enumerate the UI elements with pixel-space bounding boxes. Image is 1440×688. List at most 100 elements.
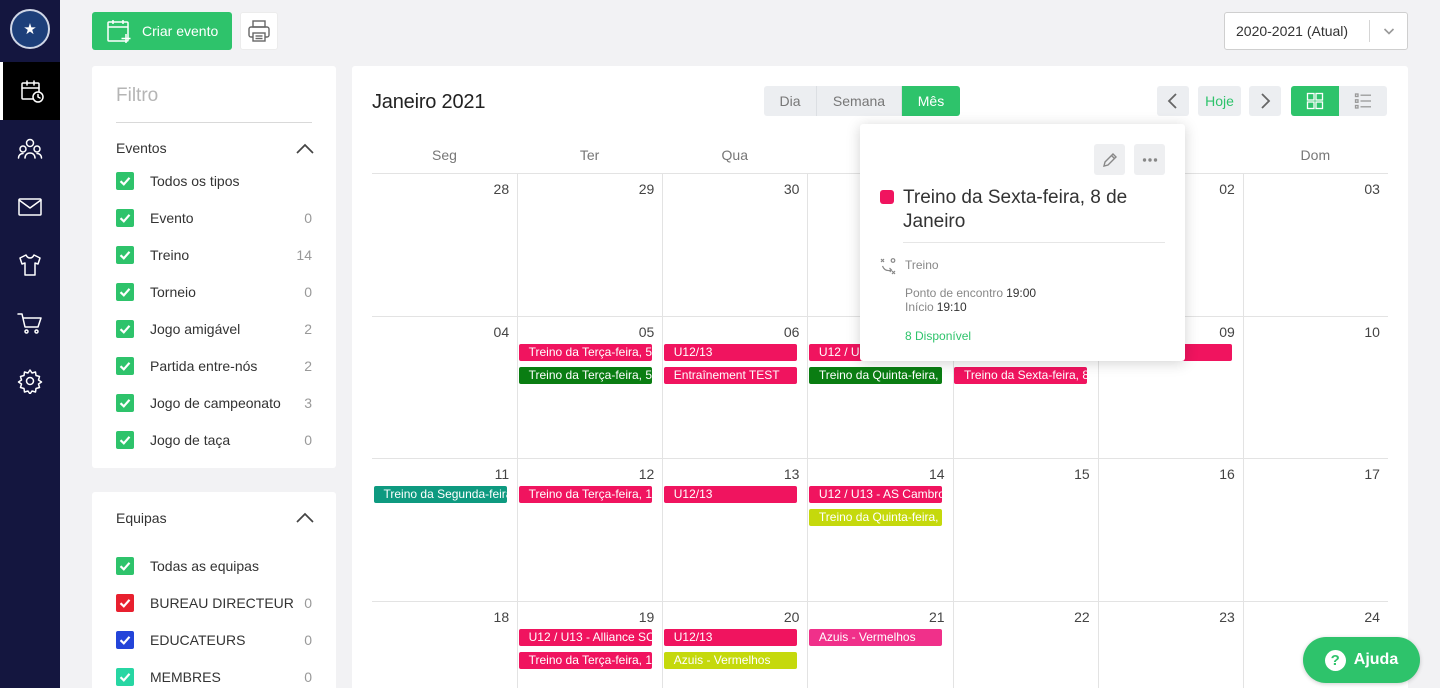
create-event-button[interactable]: Criar evento bbox=[92, 12, 232, 50]
filter-option-count: 14 bbox=[296, 247, 312, 263]
day-number[interactable]: 29 bbox=[624, 181, 655, 197]
print-button[interactable] bbox=[240, 12, 278, 50]
calendar-event[interactable]: Treino da Terça-feira, 12 de Janeiro bbox=[518, 486, 652, 503]
more-button[interactable] bbox=[1134, 144, 1165, 175]
checkbox-checked-icon[interactable] bbox=[116, 394, 134, 412]
filter-option[interactable]: Todas as equipas bbox=[116, 556, 312, 576]
day-number[interactable]: 17 bbox=[1350, 466, 1380, 482]
checkbox-checked-icon[interactable] bbox=[116, 631, 134, 649]
calendar-event[interactable]: Treino da Terça-feira, 5 de Janeiro bbox=[518, 344, 652, 361]
calendar-event[interactable]: Azuis - Vermelhos bbox=[663, 652, 797, 669]
printer-icon bbox=[248, 20, 270, 42]
calendar-event[interactable]: U12/13 bbox=[663, 344, 797, 361]
calendar-event[interactable]: Treino da Sexta-feira, 8 de Janeiro bbox=[954, 367, 1088, 384]
nav-equipment[interactable] bbox=[0, 236, 60, 294]
day-number[interactable]: 15 bbox=[1060, 466, 1090, 482]
gear-icon bbox=[17, 369, 43, 394]
day-number[interactable]: 09 bbox=[1205, 324, 1235, 340]
filter-option[interactable]: EDUCATEURS 0 bbox=[116, 630, 312, 650]
day-number[interactable]: 18 bbox=[479, 609, 510, 625]
chevron-down-icon[interactable] bbox=[1370, 25, 1407, 37]
filter-option[interactable]: Todos os tipos bbox=[116, 171, 312, 191]
meeting-time: 19:00 bbox=[1006, 286, 1037, 300]
day-number[interactable]: 19 bbox=[624, 609, 655, 625]
day-number[interactable]: 20 bbox=[769, 609, 800, 625]
filter-option[interactable]: Jogo de taça 0 bbox=[116, 430, 312, 450]
checkbox-checked-icon[interactable] bbox=[116, 283, 134, 301]
filter-option[interactable]: Jogo amigável 2 bbox=[116, 319, 312, 339]
prev-button[interactable] bbox=[1157, 86, 1189, 116]
calendar-event[interactable]: Treino da Terça-feira, 19 de Janeiro bbox=[518, 652, 652, 669]
today-button[interactable]: Hoje bbox=[1198, 86, 1241, 116]
view-month-button[interactable]: Mês bbox=[902, 86, 960, 116]
day-number[interactable]: 16 bbox=[1205, 466, 1235, 482]
events-heading: Eventos bbox=[116, 140, 167, 156]
day-number[interactable]: 14 bbox=[915, 466, 945, 482]
event-type: Treino bbox=[905, 258, 939, 272]
day-number[interactable]: 21 bbox=[915, 609, 945, 625]
calendar-event[interactable]: Treino da Segunda-feira, 11 de Janeiro bbox=[373, 486, 507, 503]
day-number[interactable]: 24 bbox=[1350, 609, 1380, 625]
day-number[interactable]: 04 bbox=[479, 324, 510, 340]
checkbox-checked-icon[interactable] bbox=[116, 246, 134, 264]
day-number[interactable]: 13 bbox=[769, 466, 800, 482]
day-number[interactable]: 28 bbox=[479, 181, 510, 197]
calendar-event[interactable]: U12/13 bbox=[663, 629, 797, 646]
filter-option[interactable]: Treino 14 bbox=[116, 245, 312, 265]
list-view-button[interactable] bbox=[1339, 86, 1387, 116]
filter-option-count: 0 bbox=[304, 669, 312, 685]
calendar-event[interactable]: Azuis - Vermelhos bbox=[808, 629, 942, 646]
day-number[interactable]: 10 bbox=[1350, 324, 1380, 340]
day-number[interactable]: 22 bbox=[1060, 609, 1090, 625]
start-row: Início 19:10 bbox=[905, 300, 967, 314]
calendar-event[interactable]: Treino da Quinta-feira, 14 de Janeiro bbox=[808, 509, 942, 526]
nav-messages[interactable] bbox=[0, 178, 60, 236]
chevron-up-icon[interactable] bbox=[296, 511, 314, 523]
filter-option[interactable]: MEMBRES 0 bbox=[116, 667, 312, 687]
checkbox-checked-icon[interactable] bbox=[116, 557, 134, 575]
view-week-button[interactable]: Semana bbox=[817, 86, 902, 116]
day-number[interactable]: 30 bbox=[769, 181, 800, 197]
chevron-up-icon[interactable] bbox=[296, 142, 314, 154]
nav-members[interactable] bbox=[0, 120, 60, 178]
filter-option[interactable]: Evento 0 bbox=[116, 208, 312, 228]
club-logo[interactable]: ★ bbox=[10, 9, 50, 49]
checkbox-checked-icon[interactable] bbox=[116, 668, 134, 686]
calendar-event[interactable]: U12/13 bbox=[663, 486, 797, 503]
checkbox-checked-icon[interactable] bbox=[116, 431, 134, 449]
filter-option[interactable]: Torneio 0 bbox=[116, 282, 312, 302]
checkbox-checked-icon[interactable] bbox=[116, 320, 134, 338]
filter-option[interactable]: Partida entre-nós 2 bbox=[116, 356, 312, 376]
calendar-event[interactable]: Entraînement TEST bbox=[663, 367, 797, 384]
checkbox-checked-icon[interactable] bbox=[116, 172, 134, 190]
filter-option[interactable]: Jogo de campeonato 3 bbox=[116, 393, 312, 413]
season-select[interactable]: 2020-2021 (Atual) bbox=[1224, 12, 1408, 50]
calendar-event[interactable]: Treino da Quinta-feira, 7 de Janeiro bbox=[808, 367, 942, 384]
calendar-event[interactable]: Treino da Terça-feira, 5 de Janeiro bbox=[518, 367, 652, 384]
availability-link[interactable]: 8 Disponível bbox=[905, 329, 971, 343]
nav-settings[interactable] bbox=[0, 352, 60, 410]
checkbox-checked-icon[interactable] bbox=[116, 357, 134, 375]
help-button[interactable]: ? Ajuda bbox=[1303, 637, 1420, 683]
grid-view-button[interactable] bbox=[1291, 86, 1339, 116]
nav-shop[interactable] bbox=[0, 294, 60, 352]
day-number[interactable]: 02 bbox=[1205, 181, 1235, 197]
filter-option[interactable]: BUREAU DIRECTEUR 0 bbox=[116, 593, 312, 613]
edit-button[interactable] bbox=[1094, 144, 1125, 175]
view-day-button[interactable]: Dia bbox=[764, 86, 817, 116]
day-number[interactable]: 05 bbox=[624, 324, 655, 340]
calendar-event[interactable]: U12 / U13 - Alliance SC bbox=[518, 629, 652, 646]
teams-panel: Equipas Todas as equipas BUREAU DIRECTEUR… bbox=[92, 492, 336, 688]
help-label: Ajuda bbox=[1353, 651, 1399, 668]
checkbox-checked-icon[interactable] bbox=[116, 209, 134, 227]
day-number[interactable]: 23 bbox=[1205, 609, 1235, 625]
nav-calendar[interactable] bbox=[0, 62, 60, 120]
day-number[interactable]: 12 bbox=[624, 466, 655, 482]
day-number[interactable]: 11 bbox=[479, 466, 510, 482]
checkbox-checked-icon[interactable] bbox=[116, 594, 134, 612]
day-number[interactable]: 03 bbox=[1350, 181, 1380, 197]
day-number[interactable]: 06 bbox=[769, 324, 800, 340]
calendar-add-icon bbox=[107, 20, 131, 43]
next-button[interactable] bbox=[1249, 86, 1281, 116]
calendar-event[interactable]: U12 / U13 - AS Cambronne bbox=[808, 486, 942, 503]
